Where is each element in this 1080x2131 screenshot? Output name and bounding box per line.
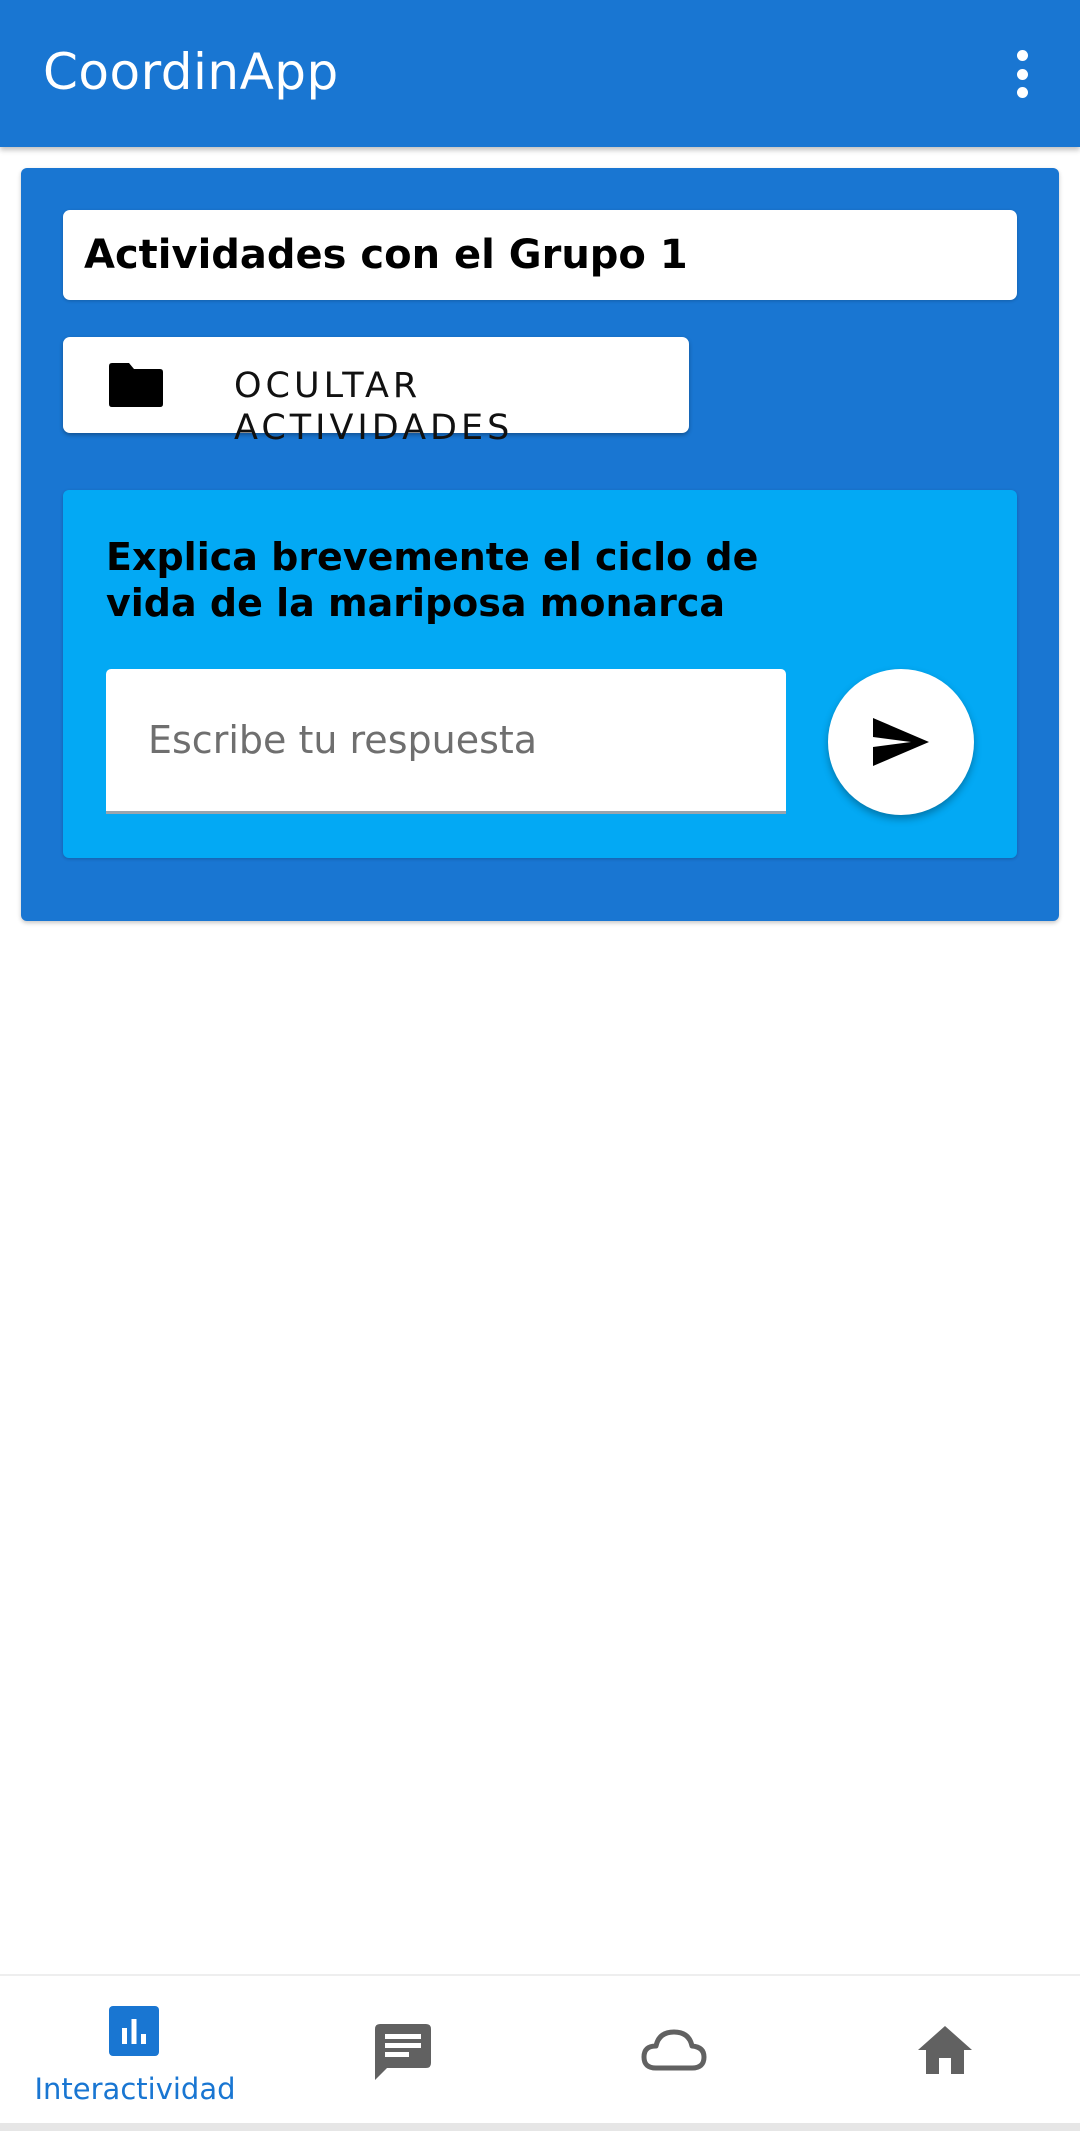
nav-item-interactividad[interactable]: Interactividad [0,1976,270,2125]
app-screen: CoordinApp Actividades con el Grupo 1 OC… [0,0,1080,2131]
folder-icon [109,363,163,407]
answer-input[interactable] [106,669,786,814]
group-title-box: Actividades con el Grupo 1 [63,210,1017,300]
send-button[interactable] [828,669,974,815]
more-vert-icon [1016,50,1028,61]
bottom-navigation: Interactividad [0,1974,1080,2123]
overflow-menu-button[interactable] [1000,44,1044,104]
hide-activities-button[interactable]: OCULTAR ACTIVIDADES [63,337,689,448]
app-title: CoordinApp [43,43,339,101]
activities-card: Actividades con el Grupo 1 OCULTAR ACTIV… [21,168,1059,921]
more-vert-icon-dot [1016,68,1028,80]
cloud-icon [641,2029,707,2071]
system-bar-strip [0,2123,1080,2131]
question-panel: Explica brevemente el ciclo de vida de l… [63,490,1017,858]
home-icon [918,2026,972,2074]
app-bar: CoordinApp [0,0,1080,147]
bar-chart-icon [109,2006,159,2056]
more-vert-icon-dot [1016,87,1028,98]
nav-item-cloud[interactable] [540,1976,810,2125]
nav-item-home[interactable] [810,1976,1080,2125]
send-icon [873,718,929,766]
chat-icon [375,2024,431,2080]
question-text: Explica brevemente el ciclo de vida de l… [106,535,759,625]
nav-label-interactividad: Interactividad [34,2072,236,2106]
hide-activities-label: OCULTAR ACTIVIDADES [234,366,514,448]
nav-item-chat[interactable] [270,1976,540,2125]
group-title: Actividades con el Grupo 1 [84,232,688,278]
